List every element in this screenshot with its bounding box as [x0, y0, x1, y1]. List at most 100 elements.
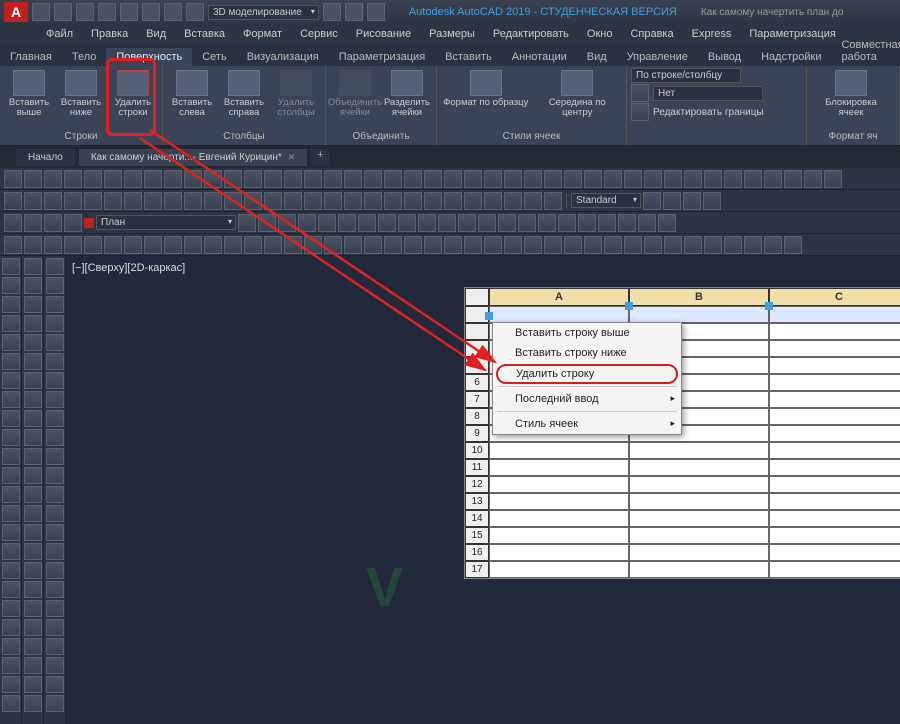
- toolbar-icon[interactable]: [244, 236, 262, 254]
- toolbar-icon[interactable]: [264, 236, 282, 254]
- toolbar-icon[interactable]: [384, 236, 402, 254]
- tool-icon[interactable]: [24, 695, 42, 712]
- tool-icon[interactable]: [24, 296, 42, 313]
- toolbar-icon[interactable]: [504, 192, 522, 210]
- menu-help[interactable]: Справка: [622, 26, 681, 42]
- new-doc-tab[interactable]: +: [311, 149, 329, 165]
- menu-tools[interactable]: Сервис: [292, 26, 346, 42]
- tool-icon[interactable]: [46, 619, 64, 636]
- toolbar-icon[interactable]: [304, 236, 322, 254]
- toolbar-icon[interactable]: [464, 236, 482, 254]
- toolbar-icon[interactable]: [44, 236, 62, 254]
- table-row[interactable]: [465, 306, 900, 323]
- toolbar-icon[interactable]: [184, 192, 202, 210]
- toolbar-icon[interactable]: [524, 170, 542, 188]
- toolbar-icon[interactable]: [784, 236, 802, 254]
- doc-tab-start[interactable]: Начало: [16, 149, 75, 166]
- menu-window[interactable]: Окно: [579, 26, 621, 42]
- qat-redo-icon[interactable]: [164, 3, 182, 21]
- menu-format[interactable]: Формат: [235, 26, 290, 42]
- table-row[interactable]: 13: [465, 493, 900, 510]
- toolbar-icon[interactable]: [264, 170, 282, 188]
- tool-icon[interactable]: [2, 486, 20, 503]
- rtab-surface[interactable]: Поверхность: [106, 48, 192, 66]
- tool-icon[interactable]: [24, 372, 42, 389]
- toolbar-icon[interactable]: [104, 236, 122, 254]
- toolbar-icon[interactable]: [664, 170, 682, 188]
- qat-share-icon[interactable]: [323, 3, 341, 21]
- tool-icon[interactable]: [24, 581, 42, 598]
- toolbar-icon[interactable]: [164, 170, 182, 188]
- toolbar-icon[interactable]: [284, 236, 302, 254]
- toolbar-icon[interactable]: [24, 214, 42, 232]
- tool-icon[interactable]: [46, 258, 64, 275]
- tool-icon[interactable]: [2, 353, 20, 370]
- drawing-canvas[interactable]: [−][Сверху][2D-каркас] V A B C 678910111…: [66, 256, 900, 724]
- qat-cloud-icon[interactable]: [345, 3, 363, 21]
- lock-cells-button[interactable]: Блокировка ячеек: [811, 68, 891, 121]
- toolbar-icon[interactable]: [604, 236, 622, 254]
- toolbar-icon[interactable]: [304, 170, 322, 188]
- delete-rows-button[interactable]: Удалить строки: [108, 68, 158, 121]
- rtab-addins[interactable]: Надстройки: [751, 48, 831, 66]
- toolbar-icon[interactable]: [683, 192, 701, 210]
- rtab-mesh[interactable]: Сеть: [192, 48, 236, 66]
- edit-borders-label[interactable]: Редактировать границы: [653, 107, 764, 118]
- tool-icon[interactable]: [24, 676, 42, 693]
- qat-open-icon[interactable]: [54, 3, 72, 21]
- toolbar-icon[interactable]: [784, 170, 802, 188]
- toolbar-icon[interactable]: [724, 170, 742, 188]
- toolbar-icon[interactable]: [538, 214, 556, 232]
- tool-icon[interactable]: [46, 296, 64, 313]
- rtab-solid[interactable]: Тело: [62, 48, 107, 66]
- tool-icon[interactable]: [46, 467, 64, 484]
- toolbar-icon[interactable]: [378, 214, 396, 232]
- tool-icon[interactable]: [2, 657, 20, 674]
- toolbar-icon[interactable]: [164, 192, 182, 210]
- tool-icon[interactable]: [2, 258, 20, 275]
- toolbar-icon[interactable]: [364, 170, 382, 188]
- toolbar-icon[interactable]: [424, 170, 442, 188]
- toolbar-icon[interactable]: [504, 236, 522, 254]
- toolbar-icon[interactable]: [684, 170, 702, 188]
- bg-dropdown[interactable]: Нет: [653, 86, 763, 101]
- qat-more-icon[interactable]: [367, 3, 385, 21]
- table-row[interactable]: 14: [465, 510, 900, 527]
- toolbar-icon[interactable]: [344, 170, 362, 188]
- rtab-collab[interactable]: Совместная работа: [831, 36, 900, 66]
- toolbar-icon[interactable]: [663, 192, 681, 210]
- grip-icon[interactable]: [765, 302, 773, 310]
- doc-tab-current[interactable]: Как самому начерти...- Евгений Курицин*✕: [79, 149, 307, 166]
- toolbar-icon[interactable]: [304, 192, 322, 210]
- toolbar-icon[interactable]: [44, 214, 62, 232]
- toolbar-icon[interactable]: [44, 170, 62, 188]
- tool-icon[interactable]: [46, 429, 64, 446]
- layer-dropdown[interactable]: План: [96, 215, 236, 230]
- toolbar-icon[interactable]: [404, 236, 422, 254]
- tool-icon[interactable]: [46, 676, 64, 693]
- ctx-delete-row[interactable]: Удалить строку: [496, 364, 678, 384]
- tool-icon[interactable]: [24, 505, 42, 522]
- toolbar-icon[interactable]: [444, 236, 462, 254]
- toolbar-icon[interactable]: [324, 170, 342, 188]
- toolbar-icon[interactable]: [204, 192, 222, 210]
- tool-icon[interactable]: [24, 486, 42, 503]
- tool-icon[interactable]: [24, 429, 42, 446]
- rtab-annotate[interactable]: Аннотации: [502, 48, 577, 66]
- toolbar-icon[interactable]: [564, 236, 582, 254]
- toolbar-icon[interactable]: [744, 170, 762, 188]
- tool-icon[interactable]: [2, 448, 20, 465]
- tool-icon[interactable]: [46, 410, 64, 427]
- toolbar-icon[interactable]: [704, 236, 722, 254]
- workspace-dropdown[interactable]: 3D моделирование: [208, 5, 319, 20]
- ctx-insert-row-below[interactable]: Вставить строку ниже: [493, 343, 681, 363]
- toolbar-icon[interactable]: [524, 192, 542, 210]
- table-row[interactable]: 12: [465, 476, 900, 493]
- toolbar-icon[interactable]: [24, 170, 42, 188]
- toolbar-icon[interactable]: [384, 192, 402, 210]
- rtab-home[interactable]: Главная: [0, 48, 62, 66]
- tool-icon[interactable]: [46, 524, 64, 541]
- toolbar-icon[interactable]: [524, 236, 542, 254]
- tool-icon[interactable]: [2, 467, 20, 484]
- toolbar-icon[interactable]: [244, 170, 262, 188]
